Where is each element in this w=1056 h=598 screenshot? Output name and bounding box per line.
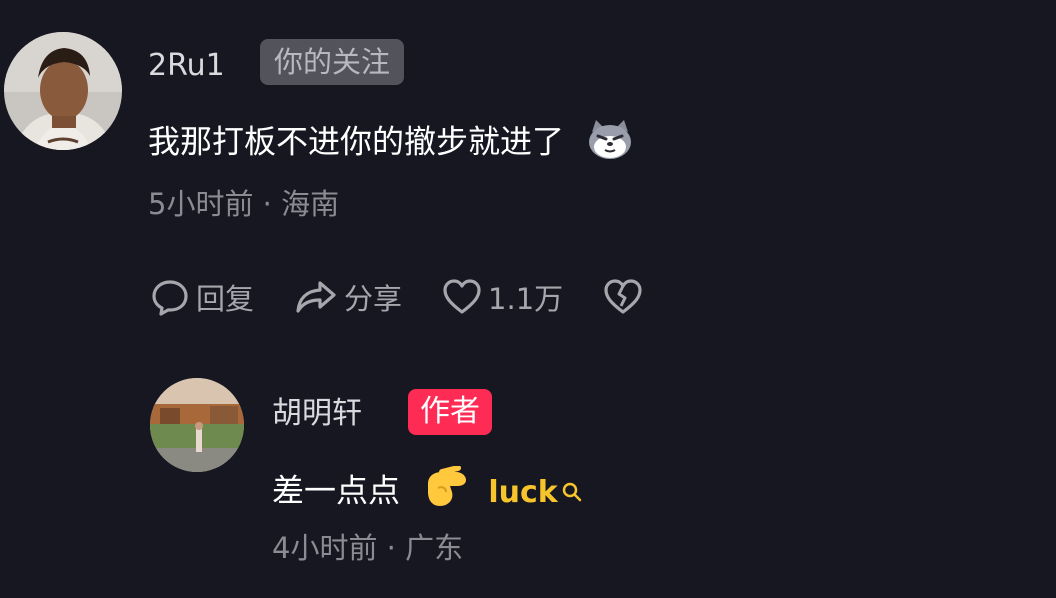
reply-text: 差一点点 luck (272, 465, 582, 519)
reply-avatar[interactable] (150, 378, 244, 472)
reply-label: 回复 (196, 282, 255, 316)
username[interactable]: 2Ru1 (148, 48, 225, 84)
search-icon (562, 473, 582, 513)
like-button[interactable]: 1.1万 (442, 276, 563, 318)
share-arrow-icon (294, 277, 338, 317)
comment-meta: 5小时前 · 海南 (148, 187, 340, 221)
dislike-button[interactable] (603, 277, 643, 317)
share-button[interactable]: 分享 (294, 276, 402, 318)
avatar[interactable] (4, 32, 122, 150)
author-badge: 作者 (408, 389, 492, 435)
heart-icon (442, 277, 482, 317)
luck-label: luck (488, 474, 558, 510)
share-label: 分享 (344, 282, 403, 316)
comment-item: 2Ru1 你的关注 我那打板不进你的撤步就进了 5小时前 · 海南 回复 分享 … (0, 0, 1056, 330)
comment-actions: 回复 分享 1.1万 (150, 276, 683, 318)
luck-search-link[interactable]: luck (488, 473, 581, 513)
following-badge: 你的关注 (260, 39, 405, 85)
reply-text-content: 差一点点 (272, 471, 401, 510)
like-count: 1.1万 (488, 282, 564, 316)
comment-text-content: 我那打板不进你的撤步就进了 (148, 122, 565, 161)
reply-username[interactable]: 胡明轩 (272, 396, 362, 432)
pinching-hand-icon (422, 465, 470, 519)
reply-meta: 4小时前 · 广东 (272, 531, 464, 565)
broken-heart-icon (603, 277, 643, 317)
comment-text: 我那打板不进你的撤步就进了 (148, 118, 634, 169)
reply-item: 胡明轩 作者 差一点点 luck 4小时前 · 广东 (0, 360, 1056, 598)
reply-bubble-icon (150, 277, 190, 317)
doge-emoji-icon (586, 118, 634, 169)
reply-button[interactable]: 回复 (150, 276, 254, 318)
